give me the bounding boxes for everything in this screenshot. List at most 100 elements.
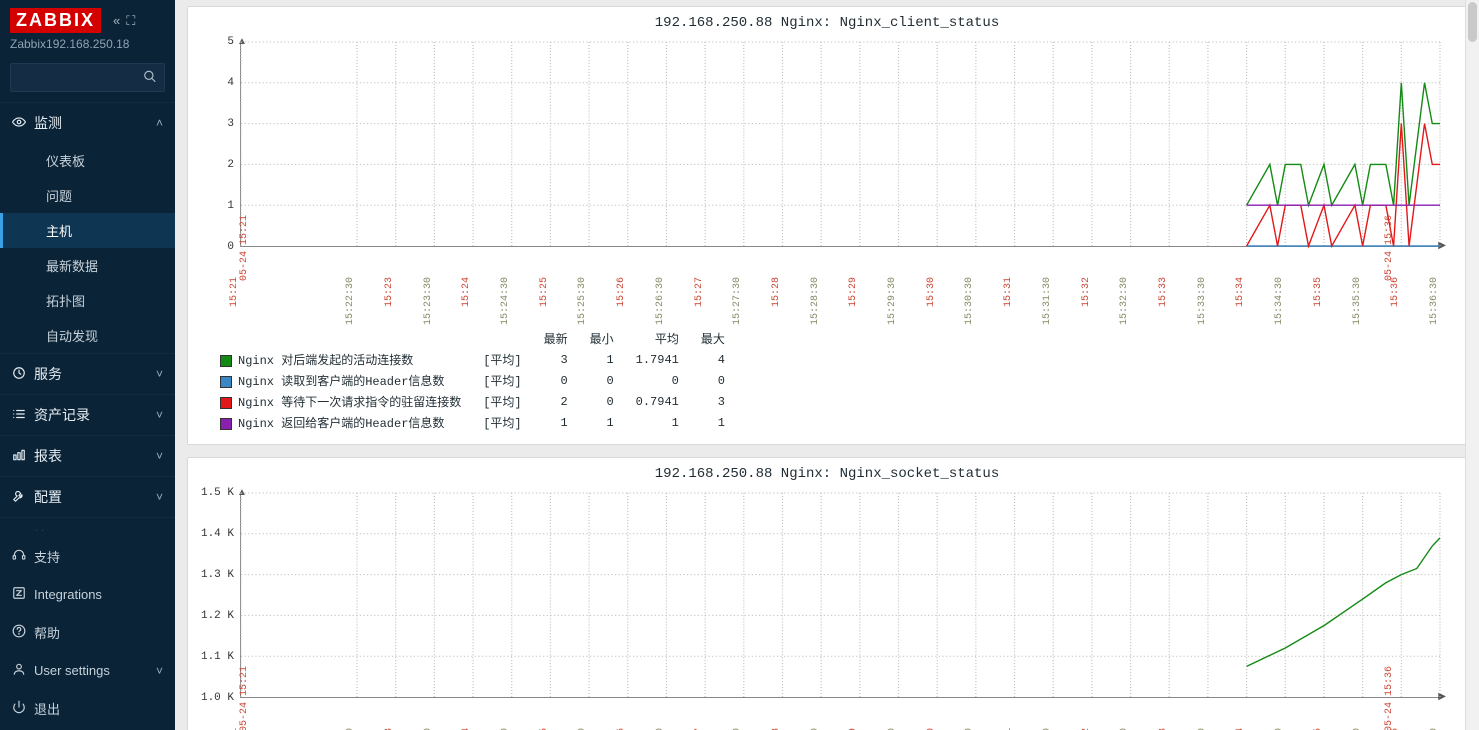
legend-min: 1 — [580, 413, 624, 432]
fullscreen-icon[interactable]: ⛶ — [126, 13, 135, 29]
x-tick: 15:21 — [229, 277, 240, 307]
scrollbar-vertical[interactable] — [1465, 0, 1479, 730]
nav-group-label: 监测 — [34, 113, 62, 133]
search-wrap — [10, 63, 165, 92]
legend-min: 0 — [580, 371, 624, 390]
nav-group-inventory[interactable]: 资产记录˅ — [0, 395, 175, 435]
nav-group-services[interactable]: 服务˅ — [0, 354, 175, 394]
x-tick: 15:29:30 — [887, 277, 898, 325]
footer-item-label: Integrations — [34, 587, 102, 602]
nav-group-reports[interactable]: 报表 ˅ — [0, 436, 175, 476]
nav-group-config[interactable]: 配置˅ — [0, 477, 175, 517]
services-icon — [12, 366, 34, 383]
legend-latest: 3 — [534, 350, 578, 369]
legend-max: 3 — [691, 392, 735, 411]
scrollbar-thumb[interactable] — [1468, 2, 1477, 42]
x-tick: 15:31 — [1003, 277, 1014, 307]
y-tick: 1 — [227, 200, 234, 212]
nav-item-maps[interactable]: 拓扑图 — [0, 283, 175, 318]
x-tick: 15:33 — [1158, 277, 1169, 307]
nav-group-label: 报表 — [34, 446, 62, 466]
chart-title: 192.168.250.88 Nginx: Nginx_socket_statu… — [204, 462, 1450, 488]
user-icon — [12, 662, 34, 679]
y-tick: 0 — [227, 241, 234, 253]
footer-item-logout[interactable]: 退出 — [0, 689, 175, 728]
legend-table: 最新最小平均最大Nginx 对后端发起的活动连接数[平均]311.79414Ng… — [208, 327, 737, 434]
legend-tag: [平均] — [473, 392, 531, 411]
nav-item-problems[interactable]: 问题 — [0, 178, 175, 213]
x-tick: 15:29 — [848, 277, 859, 307]
legend-latest: 0 — [534, 371, 578, 390]
inventory-icon — [12, 407, 34, 424]
x-tick: 15:24 — [461, 277, 472, 307]
footer-item-support[interactable]: 支持 — [0, 537, 175, 576]
legend-avg: 1 — [626, 413, 689, 432]
collapse-icon[interactable]: « — [113, 13, 120, 28]
x-tick: 15:31:30 — [1042, 277, 1053, 325]
sidebar: ZABBIX « ⛶ Zabbix192.168.250.18 监测˄仪表板问题… — [0, 0, 175, 730]
legend-swatch — [220, 355, 232, 367]
footer-item-label: 退出 — [34, 699, 60, 718]
nav-item-discovery[interactable]: 自动发现 — [0, 318, 175, 353]
legend-name: Nginx 返回给客户端的Header信息数 — [238, 417, 444, 431]
footer-item-label: User settings — [34, 663, 110, 678]
legend-row: Nginx 返回给客户端的Header信息数[平均]1111 — [210, 413, 735, 432]
legend-header: 最大 — [691, 329, 735, 348]
legend-min: 0 — [580, 392, 624, 411]
legend-swatch — [220, 376, 232, 388]
nav-item-dashboard[interactable]: 仪表板 — [0, 143, 175, 178]
chevron-down-icon: ˅ — [156, 449, 163, 463]
x-tick: 15:24:30 — [500, 277, 511, 325]
plot[interactable]: ▲▶05-24 15:2105-24 15:36 — [240, 42, 1440, 247]
help-icon — [12, 624, 34, 641]
chart-area[interactable]: 012345▲▶05-24 15:2105-24 15:3615:2115:22… — [240, 37, 1440, 277]
legend-max: 4 — [691, 350, 735, 369]
sidebar-header: ZABBIX « ⛶ Zabbix192.168.250.18 — [0, 0, 175, 63]
x-tick: 15:33:30 — [1197, 277, 1208, 325]
nav-item-hosts[interactable]: 主机 — [0, 213, 175, 248]
x-tick: 15:30 — [926, 277, 937, 307]
legend-avg: 0.7941 — [626, 392, 689, 411]
legend-header: 最小 — [580, 329, 624, 348]
monitoring-icon — [12, 115, 34, 132]
content[interactable]: 192.168.250.88 Nginx: Nginx_client_statu… — [175, 0, 1479, 730]
x-tick: 15:25 — [539, 277, 550, 307]
x-tick: 15:28 — [771, 277, 782, 307]
chevron-down-icon: ˅ — [156, 490, 163, 504]
legend-tag: [平均] — [473, 350, 531, 369]
footer-item-label: 帮助 — [34, 623, 60, 642]
nav-group-admin[interactable]: 管理˅ — [0, 518, 175, 531]
nav-item-latest[interactable]: 最新数据 — [0, 248, 175, 283]
search-icon[interactable] — [143, 69, 157, 86]
legend-latest: 2 — [534, 392, 578, 411]
y-tick: 1.0 K — [201, 692, 234, 704]
plot[interactable]: ▲▶05-24 15:2105-24 15:36 — [240, 493, 1440, 698]
nav-group-label: 资产记录 — [34, 405, 90, 425]
footer-item-help[interactable]: 帮助 — [0, 613, 175, 652]
x-tick: 15:26 — [616, 277, 627, 307]
legend-name: Nginx 等待下一次请求指令的驻留连接数 — [238, 396, 461, 410]
footer-item-integrations[interactable]: Integrations — [0, 576, 175, 613]
x-tick: 15:32:30 — [1119, 277, 1130, 325]
y-tick: 5 — [227, 36, 234, 48]
legend-name: Nginx 对后端发起的活动连接数 — [238, 354, 413, 368]
legend-header: 最新 — [534, 329, 578, 348]
legend-row: Nginx 对后端发起的活动连接数[平均]311.79414 — [210, 350, 735, 369]
search-input[interactable] — [10, 63, 165, 92]
legend-header: 平均 — [626, 329, 689, 348]
chart-area[interactable]: 1.0 K1.1 K1.2 K1.3 K1.4 K1.5 K▲▶05-24 15… — [240, 488, 1440, 728]
legend-max: 0 — [691, 371, 735, 390]
footer-item-user[interactable]: User settings˅ — [0, 652, 175, 689]
logout-icon — [12, 700, 34, 717]
x-tick: 15:32 — [1081, 277, 1092, 307]
y-tick: 1.5 K — [201, 487, 234, 499]
y-tick: 2 — [227, 159, 234, 171]
x-tick: 15:36 — [1390, 277, 1401, 307]
nav-group-monitoring[interactable]: 监测˄ — [0, 103, 175, 143]
brand-logo[interactable]: ZABBIX — [10, 8, 101, 33]
x-tick: 15:23 — [384, 277, 395, 307]
chart-panel: 192.168.250.88 Nginx: Nginx_socket_statu… — [187, 457, 1467, 730]
x-tick: 15:27 — [694, 277, 705, 307]
y-tick: 1.2 K — [201, 610, 234, 622]
legend-latest: 1 — [534, 413, 578, 432]
